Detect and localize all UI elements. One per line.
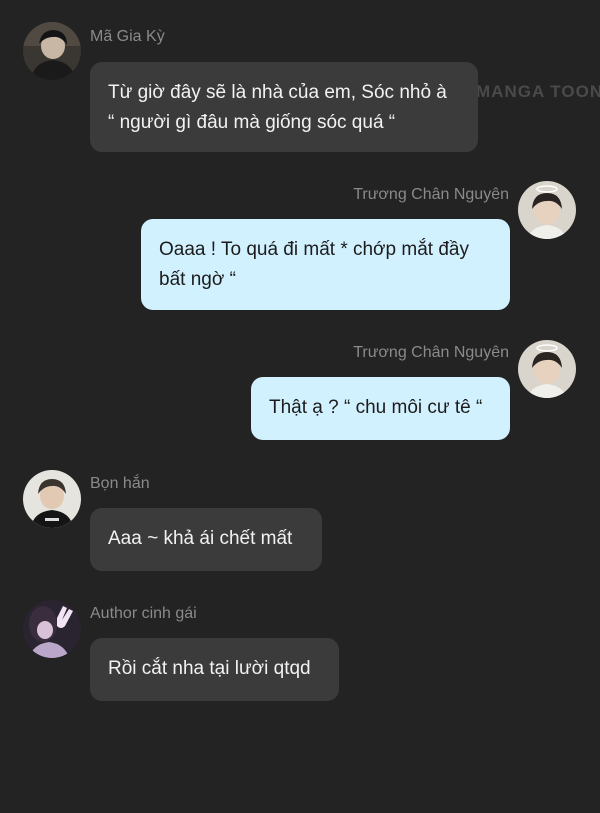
sender-avatar[interactable] [518, 181, 576, 239]
sender-avatar[interactable] [23, 600, 81, 658]
message-bubble[interactable]: Thật ạ ? “ chu môi cư tê “ [251, 377, 510, 440]
sender-avatar[interactable] [23, 22, 81, 80]
sender-name: Bọn hắn [90, 475, 150, 492]
avatar-boy-with-halo-icon [518, 340, 576, 398]
message-text-line: Oaaa ! To quá đi mất * chớp mắt đầy [159, 239, 469, 260]
sender-avatar[interactable] [23, 470, 81, 528]
sender-name: Trương Chân Nguyên [353, 344, 509, 361]
avatar-boy-black-shirt-icon [23, 470, 81, 528]
message-bubble[interactable]: Rồi cắt nha tại lười qtqd [90, 638, 339, 701]
message-text-line: Từ giờ đây sẽ là nhà của em, Sóc nhỏ à [108, 82, 447, 103]
avatar-boy-with-halo-icon [518, 181, 576, 239]
message-text-line: Thật ạ ? “ chu môi cư tê “ [269, 397, 483, 418]
mangatoon-watermark: MANGA TOON [476, 82, 600, 101]
message-text-line: “ người gì đâu mà giống sóc quá “ [108, 112, 396, 133]
sender-name: Author cinh gái [90, 605, 197, 622]
sender-avatar[interactable] [518, 340, 576, 398]
message-text-line: Rồi cắt nha tại lười qtqd [108, 658, 311, 679]
sender-name: Mã Gia Kỳ [90, 28, 165, 45]
sender-name: Trương Chân Nguyên [353, 186, 509, 203]
avatar-girl-peace-sign-icon [23, 600, 81, 658]
message-text-line: bất ngờ “ [159, 269, 236, 290]
message-bubble[interactable]: Aaa ~ khả ái chết mất [90, 508, 322, 571]
message-text-line: Aaa ~ khả ái chết mất [108, 528, 293, 549]
message-bubble[interactable]: Oaaa ! To quá đi mất * chớp mắt đầy bất … [141, 219, 510, 310]
message-bubble[interactable]: Từ giờ đây sẽ là nhà của em, Sóc nhỏ à “… [90, 62, 478, 152]
avatar-dark-hair-boy-icon [23, 22, 81, 80]
